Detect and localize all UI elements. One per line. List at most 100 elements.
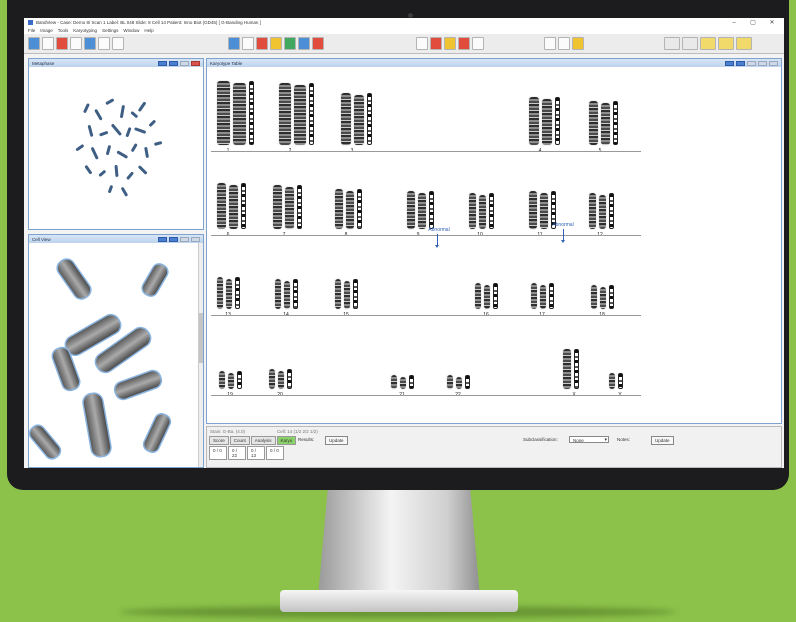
chromosome-pair-9[interactable] [407,191,434,229]
panel-option-icon[interactable] [725,60,734,66]
chromosome[interactable] [601,103,610,145]
chromosome-pair-17[interactable] [531,283,554,309]
chromosome[interactable] [599,195,606,229]
measure-icon[interactable] [544,37,556,50]
maximize-button[interactable]: ▢ [745,19,761,26]
image-tool-icon[interactable] [56,37,68,50]
layout-4-icon[interactable] [718,37,734,50]
chromosome[interactable] [391,375,397,389]
color-icon[interactable] [242,37,254,50]
chromosome[interactable] [354,95,364,145]
grid-icon[interactable] [84,37,96,50]
tab-score[interactable]: Score [209,436,229,445]
chromosome[interactable] [294,85,306,145]
chromosome-pair-18[interactable] [591,285,614,309]
annotate-icon[interactable] [572,37,584,50]
chromosome[interactable] [540,285,546,309]
chromosome[interactable] [418,193,426,229]
layout-icon[interactable] [70,37,82,50]
chromosome[interactable] [335,279,341,309]
cell-view-scrollbar[interactable] [198,243,203,467]
chromosome-pair-6[interactable] [217,183,246,229]
chromosome[interactable] [469,193,476,229]
delete-icon[interactable] [458,37,470,50]
chromosome[interactable] [228,373,234,389]
panel-close-icon[interactable] [769,60,778,66]
panel-close-icon[interactable] [191,60,200,66]
chromosome-pair-15[interactable] [335,279,358,309]
chromosome-pair-12[interactable] [589,193,614,229]
results-update-button[interactable]: Update [325,436,348,445]
chromosome-pair-1[interactable] [217,81,254,145]
chromosome[interactable] [275,279,281,309]
menu-settings[interactable]: Settings [102,28,118,33]
chromosome[interactable] [217,183,226,229]
chromosome[interactable] [341,93,351,145]
menu-karyotyping[interactable]: Karyotyping [73,28,97,33]
chromosome[interactable] [219,371,225,389]
invert-icon[interactable] [270,37,282,50]
chromosome[interactable] [226,279,232,309]
zoom-icon[interactable] [112,37,124,50]
undo-icon[interactable] [312,37,324,50]
chromosome-pair-22[interactable] [447,375,470,389]
chromosome[interactable] [273,185,282,229]
chromosome-pair-8[interactable] [335,189,362,229]
tab-count[interactable]: Count [229,436,250,445]
chromosome[interactable] [279,83,291,145]
chromosome[interactable] [269,369,275,389]
chromosome-pair-5[interactable] [589,101,618,145]
select-icon[interactable] [416,37,428,50]
chromosome[interactable] [217,81,230,145]
chromosome[interactable] [278,371,284,389]
chromosome-pair-Y[interactable] [609,373,623,389]
layout-1-icon[interactable] [664,37,680,50]
chromosome[interactable] [233,83,246,145]
chromosome[interactable] [563,349,571,389]
close-button[interactable]: ✕ [764,19,780,26]
chromosome-pair-16[interactable] [475,283,498,309]
chromosome[interactable] [447,375,453,389]
split-icon[interactable] [228,37,240,50]
panel-minimize-icon[interactable] [180,236,189,242]
chromosome[interactable] [531,283,537,309]
notes-update-button[interactable]: Update [651,436,674,445]
chromosome[interactable] [344,281,350,309]
swap-icon[interactable] [284,37,296,50]
chromosome[interactable] [484,285,490,309]
chromosome-pair-7[interactable] [273,185,302,229]
fit-icon[interactable] [298,37,310,50]
chromosome[interactable] [600,287,606,309]
menu-tools[interactable]: Tools [58,28,69,33]
scrollbar-thumb[interactable] [199,313,203,363]
panel-option-icon[interactable] [736,60,745,66]
chromosome[interactable] [229,185,238,229]
chromosome[interactable] [407,191,415,229]
crop-icon[interactable] [472,37,484,50]
chromosome-pair-20[interactable] [269,369,292,389]
menu-image[interactable]: Image [40,28,53,33]
print-icon[interactable] [42,37,54,50]
panel-close-icon[interactable] [191,236,200,242]
chromosome[interactable] [529,191,537,229]
tab-karyo[interactable]: Karyo [276,436,297,445]
panel-option-icon[interactable] [158,60,167,66]
minimize-button[interactable]: – [726,20,742,26]
tab-analysis[interactable]: Analysis [250,436,276,445]
chromosome-pair-X[interactable] [563,349,579,389]
menu-window[interactable]: Window [123,28,139,33]
chromosome[interactable] [284,281,290,309]
chromosome-pair-3[interactable] [341,93,372,145]
chromosome[interactable] [589,101,598,145]
chromosome[interactable] [479,195,486,229]
chromosome[interactable] [589,193,596,229]
rotate-flip-icon[interactable] [256,37,268,50]
count-icon[interactable] [558,37,570,50]
subclassification-dropdown[interactable]: None ▾ [569,436,609,443]
panel-option-icon[interactable] [169,60,178,66]
chromosome-pair-14[interactable] [275,279,298,309]
panel-option-icon[interactable] [158,236,167,242]
menu-help[interactable]: Help [144,28,153,33]
chromosome[interactable] [217,277,223,309]
chromosome[interactable] [591,285,597,309]
